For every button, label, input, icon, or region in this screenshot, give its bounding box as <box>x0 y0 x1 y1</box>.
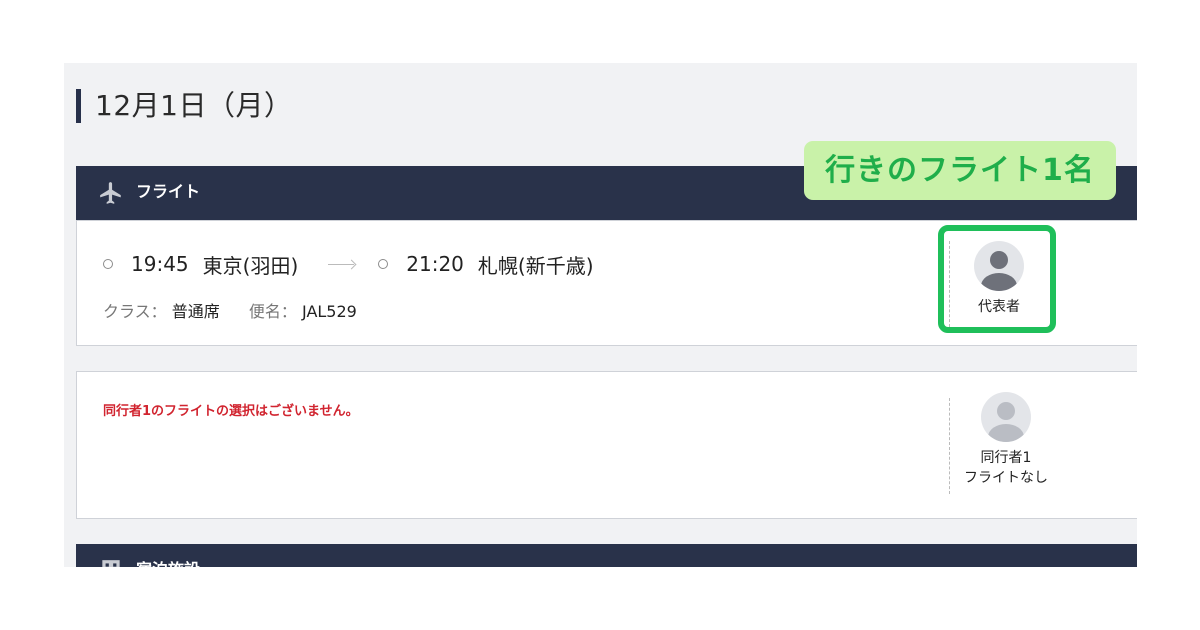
flight-meta: クラス： 普通席 便名： JAL529 <box>103 301 381 323</box>
flight-section-label: フライト <box>136 182 201 201</box>
lodging-section-label: 宿泊施設 <box>136 559 200 567</box>
no-flight-message: 同行者1のフライトの選択はございません。 <box>103 404 359 419</box>
class-value: 普通席 <box>171 302 220 321</box>
departure-time: 19:45 <box>131 252 189 276</box>
flight-number-value: JAL529 <box>302 302 357 321</box>
departure-dot-icon <box>103 259 113 269</box>
companion-status: フライトなし <box>964 470 1048 486</box>
lodging-section-header: 宿泊施設 <box>76 544 1137 567</box>
outbound-flight-count-badge: 行きのフライト1名 <box>804 141 1116 200</box>
arrival-airport: 札幌(新千歳) <box>477 253 594 278</box>
companion-card: 同行者1のフライトの選択はございません。 同行者1 フライトなし <box>76 371 1137 519</box>
airplane-icon <box>100 182 121 204</box>
date-title: 12月1日（月） <box>76 89 292 123</box>
class-label: クラス： <box>103 302 167 321</box>
lead-passenger-highlight <box>938 225 1056 333</box>
companion-passenger[interactable]: 同行者1 フライトなし <box>956 392 1056 488</box>
arrival-dot-icon <box>378 259 389 269</box>
avatar-icon <box>981 392 1031 442</box>
flight-route: 19:45 東京(羽田) 21:20 札幌(新千歳) <box>103 251 594 278</box>
building-icon <box>102 560 120 567</box>
flight-number-label: 便名： <box>248 302 297 321</box>
companion-divider <box>949 398 950 494</box>
departure-airport: 東京(羽田) <box>202 253 299 278</box>
arrival-time: 21:20 <box>406 252 464 276</box>
arrow-right-icon <box>328 263 355 265</box>
companion-name: 同行者1 <box>980 450 1032 466</box>
itinerary-panel: 12月1日（月） フライト 19:45 東京(羽田) 21:20 札幌(新千歳)… <box>64 63 1137 567</box>
